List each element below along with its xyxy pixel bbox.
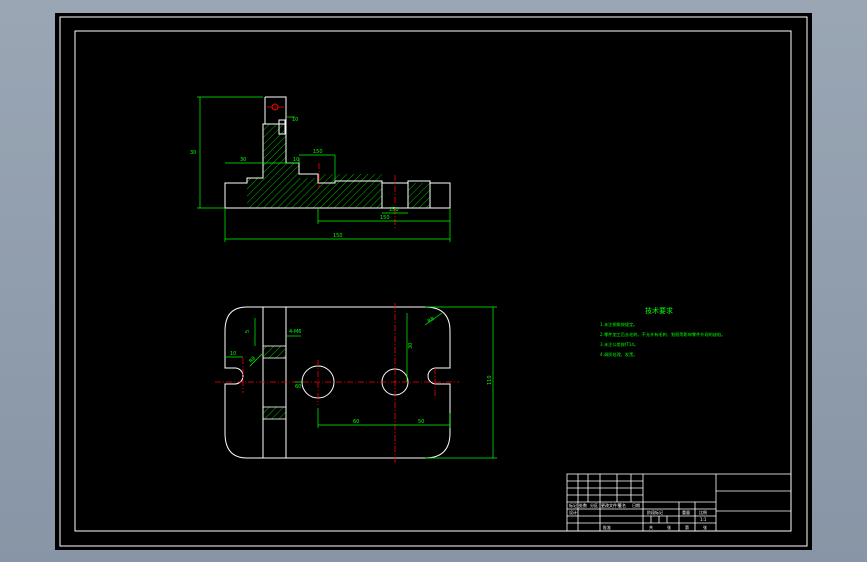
drawing-canvas[interactable]: 30 10 30 10 150 150 150 150 R8 R8 10 5 6… [55, 13, 812, 550]
dim-top-overall-height: 110 [487, 375, 493, 385]
dim-top-width-right: 50 [418, 419, 424, 425]
tb-weight-label: 重量 [682, 509, 690, 515]
dim-top-center-height: 30 [408, 343, 414, 349]
tech-req-line-3: 3.未注公差按IT14。 [600, 341, 638, 348]
front-dimensions [197, 96, 451, 242]
tb-designer: 设计 [569, 509, 577, 515]
tech-req-line-2: 2.零件加工后去毛刺，不允许有毛刺、划痕等影响零件外观的缺陷。 [600, 331, 725, 338]
dim-front-overall-length: 150 [333, 233, 343, 239]
cad-viewport[interactable]: 30 10 30 10 150 150 150 150 R8 R8 10 5 6… [55, 13, 812, 550]
tech-req-line-4: 4.调质处理，发黑。 [600, 351, 638, 358]
dim-front-right-step: 150 [380, 215, 390, 221]
tb-scale-label: 比例 [699, 509, 707, 515]
dim-top-radius: R8 [427, 316, 436, 325]
front-view[interactable]: 30 10 30 10 150 150 150 150 [190, 96, 451, 242]
tb-sheet-unit-1: 张 [667, 524, 671, 530]
dim-top-small-b: 5 [245, 330, 251, 333]
top-centerlines [215, 303, 459, 465]
top-outline [224, 306, 451, 459]
tb-label-sign: 签名 [618, 502, 626, 508]
dim-top-width-left: 60 [353, 419, 359, 425]
tb-approve: 批准 [603, 524, 611, 530]
outer-frame [59, 16, 808, 547]
dim-top-rib-label: 4-M6 [289, 329, 301, 335]
tb-label-mark: 标记 [569, 502, 577, 508]
tb-stage-label: 阶段标记 [647, 509, 663, 515]
dim-front-step-left: 30 [240, 157, 246, 163]
dim-front-step-mid: 10 [293, 157, 299, 163]
tb-sheet-unit-2: 张 [703, 524, 707, 530]
top-view[interactable]: R8 R8 10 5 60 30 4-M6 60 50 110 [215, 303, 497, 465]
tb-label-count: 处数 [579, 502, 587, 508]
technical-requirements: 技术要求 1.未注倒角按规定。 2.零件加工后去毛刺，不允许有毛刺、划痕等影响零… [600, 306, 725, 358]
top-rib-hatch-upper [262, 345, 287, 359]
top-dimensions [225, 306, 497, 459]
dim-top-small-c: 60 [295, 384, 301, 390]
tech-req-title: 技术要求 [645, 306, 673, 315]
inner-frame [74, 30, 792, 532]
dim-front-hole-offset: 10 [292, 117, 298, 123]
tb-scale-value: 1:1 [700, 517, 707, 522]
tb-sheet-total: 共 [649, 524, 653, 530]
top-rib-hatch-lower [262, 406, 287, 420]
dim-top-small-a: 10 [230, 351, 236, 357]
dim-front-overall-height: 30 [190, 150, 196, 156]
tb-sheet-num: 第 [685, 524, 689, 530]
section-hatch-upright [247, 124, 382, 208]
dim-front-slot-width: 150 [313, 149, 323, 155]
dim-front-pocket-width: 150 [389, 207, 399, 213]
tb-label-zone: 分区 [590, 502, 598, 508]
section-hatch-right [408, 183, 430, 208]
title-block[interactable]: 标记 处数 分区 更改文件号 签名 日期 设计 阶段标记 重量 比例 1:1 共… [566, 473, 792, 532]
tb-label-date: 日期 [632, 502, 640, 508]
dim-top-corner-radius: R8 [248, 355, 257, 364]
tech-req-line-1: 1.未注倒角按规定。 [600, 321, 638, 328]
